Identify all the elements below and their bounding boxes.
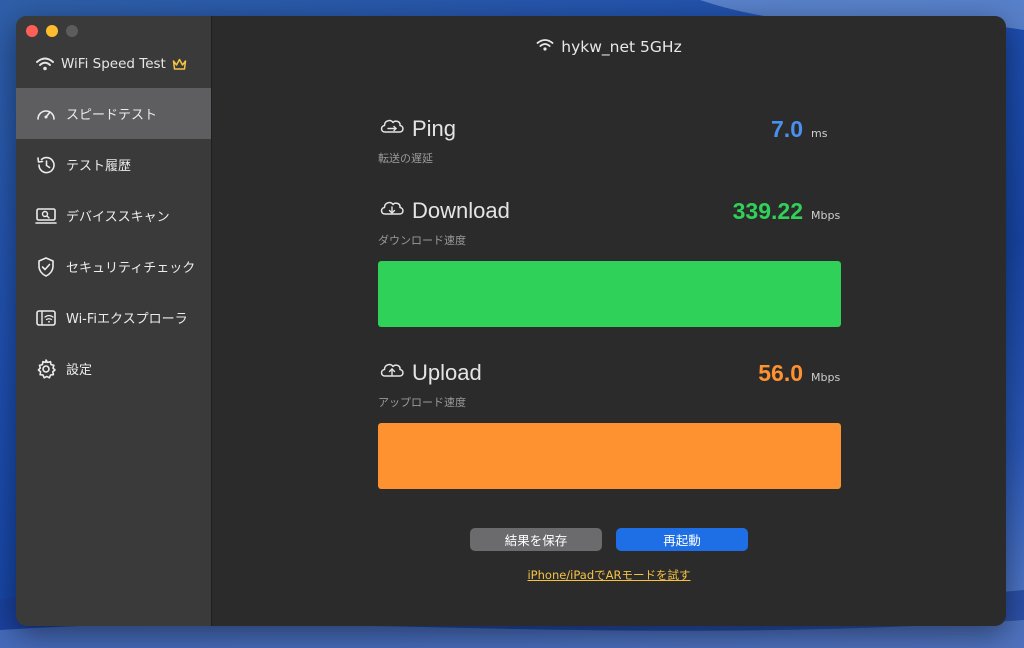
window-controls	[26, 25, 78, 37]
zoom-window-button[interactable]	[66, 25, 78, 37]
wifi-icon	[536, 38, 554, 56]
router-icon	[35, 308, 57, 328]
sidebar-item-speed-test[interactable]: スピードテスト	[16, 88, 211, 139]
restart-button[interactable]: 再起動	[616, 528, 748, 551]
ping-value: 7.0	[771, 116, 803, 142]
download-sublabel: ダウンロード速度	[378, 234, 466, 247]
sidebar-item-test-history[interactable]: テスト履歴	[16, 139, 211, 190]
upload-value: 56.0	[758, 360, 803, 386]
sidebar: WiFi Speed Test スピードテスト テスト履歴 デバイススキャン セ…	[16, 16, 212, 626]
upload-sublabel: アップロード速度	[378, 396, 466, 409]
wifi-icon	[35, 56, 55, 72]
action-buttons: 結果を保存 再起動	[212, 528, 1006, 551]
sidebar-item-settings[interactable]: 設定	[16, 343, 211, 394]
sidebar-item-label: スピードテスト	[66, 108, 158, 123]
download-value: 339.22	[732, 198, 803, 224]
sidebar-nav: スピードテスト テスト履歴 デバイススキャン セキュリティチェック Wi-Fiエ…	[16, 88, 211, 394]
sidebar-item-label: デバイススキャン	[66, 210, 170, 225]
minimize-window-button[interactable]	[46, 25, 58, 37]
device-scan-icon	[35, 207, 57, 225]
network-name: hykw_net 5GHz	[561, 38, 682, 56]
sidebar-item-device-scan[interactable]: デバイススキャン	[16, 190, 211, 241]
app-title: WiFi Speed Test	[61, 56, 166, 72]
app-window: WiFi Speed Test スピードテスト テスト履歴 デバイススキャン セ…	[16, 16, 1006, 626]
network-header: hykw_net 5GHz	[212, 38, 1006, 56]
ping-label: Ping	[412, 116, 457, 141]
ping-sublabel: 転送の遅延	[378, 152, 433, 165]
app-brand: WiFi Speed Test	[35, 56, 187, 72]
upload-unit: Mbps	[811, 371, 841, 384]
ping-section: Ping 7.0 ms 転送の遅延	[378, 116, 841, 166]
download-bar-fill	[378, 261, 841, 327]
main-panel: hykw_net 5GHz Ping 7.0 ms 転送の遅延 Download…	[212, 16, 1006, 626]
save-results-button[interactable]: 結果を保存	[470, 528, 602, 551]
upload-bar	[378, 423, 841, 489]
sidebar-item-label: セキュリティチェック	[66, 261, 196, 276]
download-label: Download	[412, 198, 510, 223]
cloud-download-icon	[378, 198, 406, 224]
cloud-ping-icon	[378, 116, 406, 142]
sidebar-item-wifi-explorer[interactable]: Wi-Fiエクスプローラ	[16, 292, 211, 343]
shield-icon	[35, 256, 57, 278]
gear-icon	[35, 358, 57, 380]
crown-icon[interactable]	[172, 58, 187, 71]
cloud-upload-icon	[378, 360, 406, 386]
sidebar-item-label: Wi-Fiエクスプローラ	[66, 312, 188, 327]
upload-bar-fill	[378, 423, 841, 489]
download-section: Download 339.22 Mbps ダウンロード速度	[378, 198, 841, 327]
upload-section: Upload 56.0 Mbps アップロード速度	[378, 360, 841, 489]
ping-unit: ms	[811, 127, 828, 140]
sidebar-item-label: テスト履歴	[66, 159, 132, 174]
download-bar	[378, 261, 841, 327]
download-unit: Mbps	[811, 209, 841, 222]
sidebar-item-security-check[interactable]: セキュリティチェック	[16, 241, 211, 292]
speedometer-icon	[35, 105, 57, 123]
upload-label: Upload	[412, 360, 482, 385]
close-window-button[interactable]	[26, 25, 38, 37]
sidebar-item-label: 設定	[66, 363, 93, 378]
ar-mode-link[interactable]: iPhone/iPadでARモードを試す	[212, 567, 1006, 583]
history-icon	[35, 155, 57, 175]
